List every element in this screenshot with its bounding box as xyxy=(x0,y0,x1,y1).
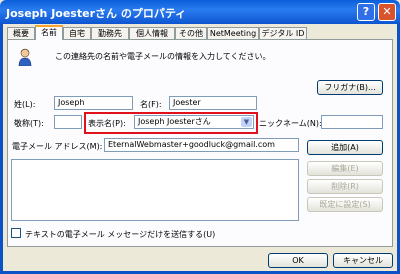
email-list[interactable] xyxy=(11,159,299,221)
close-button[interactable]: ✕ xyxy=(378,3,396,21)
text-only-checkbox[interactable] xyxy=(11,228,21,238)
person-icon xyxy=(18,48,32,66)
tab-other[interactable]: その他 xyxy=(175,27,207,39)
first-name-label: 名(F): xyxy=(140,100,162,109)
description-text: この連絡先の名前や電子メールの情報を入力してください。 xyxy=(55,52,271,61)
edit-button[interactable]: 編集(E) xyxy=(307,161,383,176)
tab-digital-id[interactable]: デジタル ID xyxy=(259,27,307,39)
highlight-box xyxy=(84,112,258,134)
nickname-input[interactable] xyxy=(321,115,383,129)
last-name-label: 姓(L): xyxy=(14,100,36,109)
cancel-button[interactable]: キャンセル xyxy=(333,253,393,268)
tab-business[interactable]: 勤務先 xyxy=(91,27,129,39)
nickname-label: ニックネーム(N): xyxy=(259,119,322,128)
tab-personal[interactable]: 個人情報 xyxy=(129,27,175,39)
window-title: Joseph Joesterさん のプロパティ xyxy=(6,7,187,20)
furigana-button[interactable]: フリガナ(B)... xyxy=(317,80,383,95)
title-bar: Joseph Joesterさん のプロパティ ? ✕ xyxy=(0,0,400,24)
delete-button[interactable]: 削除(R) xyxy=(307,179,383,194)
first-name-input[interactable]: Joester xyxy=(169,96,257,110)
text-only-label: テキストの電子メール メッセージだけを送信する(U) xyxy=(25,230,216,239)
email-label: 電子メール アドレス(M): xyxy=(12,142,103,151)
email-input[interactable]: EternalWebmaster+goodluck@gmail.com xyxy=(104,138,299,152)
window-frame-left xyxy=(0,24,3,274)
title-input[interactable] xyxy=(54,115,82,129)
title-label: 敬称(T): xyxy=(14,119,44,128)
ok-button[interactable]: OK xyxy=(268,253,328,268)
tab-home[interactable]: 自宅 xyxy=(63,27,91,39)
tab-name[interactable]: 名前 xyxy=(35,25,63,40)
tab-summary[interactable]: 概要 xyxy=(7,27,35,39)
last-name-input[interactable]: Joseph xyxy=(54,96,133,110)
tab-netmeeting[interactable]: NetMeeting xyxy=(207,27,259,39)
add-button[interactable]: 追加(A) xyxy=(307,140,383,155)
help-button[interactable]: ? xyxy=(357,3,375,21)
set-default-button[interactable]: 既定に設定(S) xyxy=(307,197,383,212)
